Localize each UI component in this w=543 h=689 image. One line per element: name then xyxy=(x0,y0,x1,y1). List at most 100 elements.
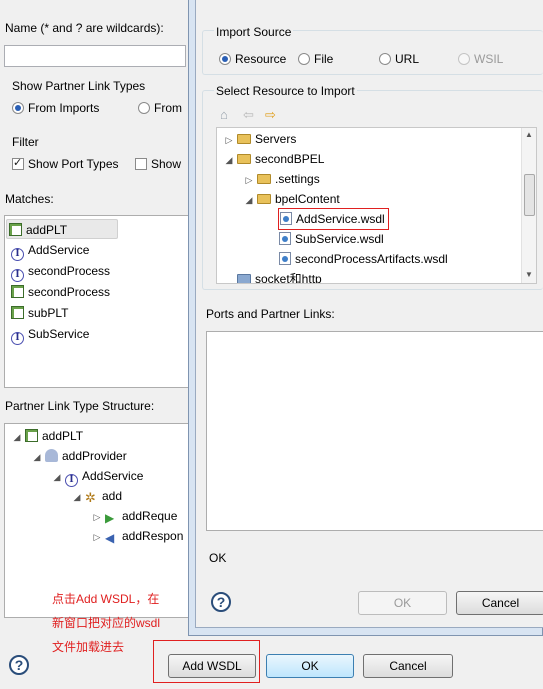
open-folder-icon xyxy=(257,194,271,204)
list-item[interactable]: addPLT xyxy=(6,219,118,239)
file-label: File xyxy=(314,52,334,66)
checkbox-icon xyxy=(135,158,147,170)
tree-item[interactable]: SubService.wsdl xyxy=(279,229,384,249)
ports-and-partner-links-label: Ports and Partner Links: xyxy=(206,307,335,321)
dialog-cancel-button[interactable]: Cancel xyxy=(456,591,543,615)
scroll-up-icon[interactable]: ▲ xyxy=(525,130,533,139)
input-message-icon: ▶ xyxy=(105,511,115,525)
vertical-scrollbar[interactable]: ▲ ▼ xyxy=(521,128,536,283)
tree-item-label: addProvider xyxy=(62,449,127,463)
tree-item[interactable]: ◢ addProvider xyxy=(31,446,127,466)
radio-icon xyxy=(298,53,310,65)
name-filter-input[interactable] xyxy=(4,45,186,67)
list-item-label: SubService xyxy=(28,327,90,341)
tree-item[interactable]: ▷ ▶ addReque xyxy=(91,506,178,526)
list-item[interactable]: secondProcess xyxy=(11,282,110,302)
collapsed-arrow-icon: ▷ xyxy=(93,532,101,542)
tree-item[interactable]: ◢ addPLT xyxy=(11,426,83,446)
list-item[interactable]: I SubService xyxy=(11,324,90,345)
expanded-arrow-icon: ◢ xyxy=(13,432,21,442)
resource-label: Resource xyxy=(235,52,287,66)
list-item-label: AddService xyxy=(28,243,90,257)
forward-arrow-icon[interactable]: ⇨ xyxy=(265,108,279,122)
filter-label: Filter xyxy=(12,135,39,149)
cancel-button[interactable]: Cancel xyxy=(363,654,453,678)
tree-item-selected[interactable]: AddService.wsdl xyxy=(278,208,389,230)
partner-link-type-icon xyxy=(25,429,38,442)
tree-item-label: socket和http xyxy=(255,272,322,283)
show-other-label: Show xyxy=(151,157,182,171)
url-label: URL xyxy=(395,52,420,66)
show-port-types-label: Show Port Types xyxy=(28,157,119,171)
from-other-label: From xyxy=(154,101,182,115)
expanded-arrow-icon: ◢ xyxy=(33,452,41,462)
list-item-label: secondProcess xyxy=(28,264,111,278)
operation-gear-icon: ✲ xyxy=(85,490,96,505)
radio-icon xyxy=(138,102,150,114)
tree-item[interactable]: ▷ ◀ addRespon xyxy=(91,526,184,546)
ports-list[interactable] xyxy=(206,331,543,531)
tree-item[interactable]: ◢ secondBPEL xyxy=(223,149,325,169)
from-other-radio[interactable]: From xyxy=(138,101,182,115)
tree-item-label: addRespon xyxy=(122,529,184,543)
file-radio[interactable]: File xyxy=(298,52,333,66)
import-dialog-content: Import Source Resource File URL WSIL Sel… xyxy=(195,0,543,630)
show-other-checkbox[interactable]: Show xyxy=(135,157,181,171)
scrollbar-thumb[interactable] xyxy=(524,174,535,216)
tree-item[interactable]: secondProcessArtifacts.wsdl xyxy=(279,249,448,269)
resource-tree[interactable]: ▷ Servers ◢ secondBPEL ▷ .settings ◢ bpelCon… xyxy=(216,127,537,284)
list-item[interactable]: subPLT xyxy=(11,303,68,323)
matches-label: Matches: xyxy=(5,192,54,206)
expanded-arrow-icon: ◢ xyxy=(225,155,233,165)
interface-icon: I xyxy=(11,248,24,261)
interface-icon: I xyxy=(11,269,24,282)
list-item-label: secondProcess xyxy=(28,285,111,299)
list-item[interactable]: I AddService xyxy=(11,240,90,261)
matches-list[interactable]: addPLT I AddService IsecondProcess second… xyxy=(4,215,190,388)
ok-button[interactable]: OK xyxy=(266,654,354,678)
help-icon[interactable]: ? xyxy=(9,655,29,675)
show-port-types-checkbox[interactable]: Show Port Types xyxy=(12,156,119,171)
radio-selected-icon xyxy=(12,102,24,114)
tree-item-label: secondProcessArtifacts.wsdl xyxy=(295,252,448,266)
tree-item-label: secondBPEL xyxy=(255,152,325,166)
url-radio[interactable]: URL xyxy=(379,52,419,66)
tree-item-label: addReque xyxy=(122,509,178,523)
back-arrow-icon[interactable]: ⇦ xyxy=(243,108,257,122)
dialog-help-icon[interactable]: ? xyxy=(211,592,231,612)
home-icon[interactable]: ⌂ xyxy=(220,108,234,122)
list-item-label: subPLT xyxy=(28,306,69,320)
folder-icon xyxy=(237,134,251,144)
output-message-icon: ◀ xyxy=(105,531,115,545)
resource-radio[interactable]: Resource xyxy=(219,52,286,66)
name-filter-label: Name (* and ? are wildcards): xyxy=(5,21,164,35)
list-item[interactable]: IsecondProcess xyxy=(11,261,111,282)
add-wsdl-button[interactable]: Add WSDL xyxy=(168,654,256,678)
dialog-ok-button[interactable]: OK xyxy=(358,591,447,615)
expanded-arrow-icon: ◢ xyxy=(53,472,61,482)
partner-link-type-icon xyxy=(11,285,24,298)
scroll-down-icon[interactable]: ▼ xyxy=(525,270,533,279)
radio-disabled-icon xyxy=(458,53,470,65)
interface-icon: I xyxy=(11,332,24,345)
collapsed-arrow-icon: ▷ xyxy=(93,512,101,522)
tree-item-label: SubService.wsdl xyxy=(295,232,384,246)
structure-label: Partner Link Type Structure: xyxy=(5,399,155,413)
status-message: OK xyxy=(209,551,227,565)
wsdl-file-icon xyxy=(279,252,291,265)
tree-item[interactable]: socket和http xyxy=(237,269,322,283)
from-imports-radio[interactable]: From Imports xyxy=(12,101,99,115)
tree-item-label: AddService.wsdl xyxy=(296,212,385,226)
tree-item[interactable]: ◢ bpelContent xyxy=(243,189,340,209)
tree-item[interactable]: ◢ I AddService xyxy=(51,466,143,487)
tree-item-label: Servers xyxy=(255,132,297,146)
annotation-note-line-3: 文件加载进去 xyxy=(52,640,125,654)
wsil-radio[interactable]: WSIL xyxy=(458,52,503,66)
open-folder-icon xyxy=(237,154,251,164)
tree-item[interactable]: ◢ ✲ add xyxy=(71,486,123,506)
role-icon xyxy=(45,449,58,462)
annotation-note-line-2: 新窗口把对应的wsdl xyxy=(52,616,161,630)
tree-item[interactable]: ▷ Servers xyxy=(223,129,297,149)
tree-item[interactable]: ▷ .settings xyxy=(243,169,320,189)
project-icon xyxy=(237,274,251,283)
